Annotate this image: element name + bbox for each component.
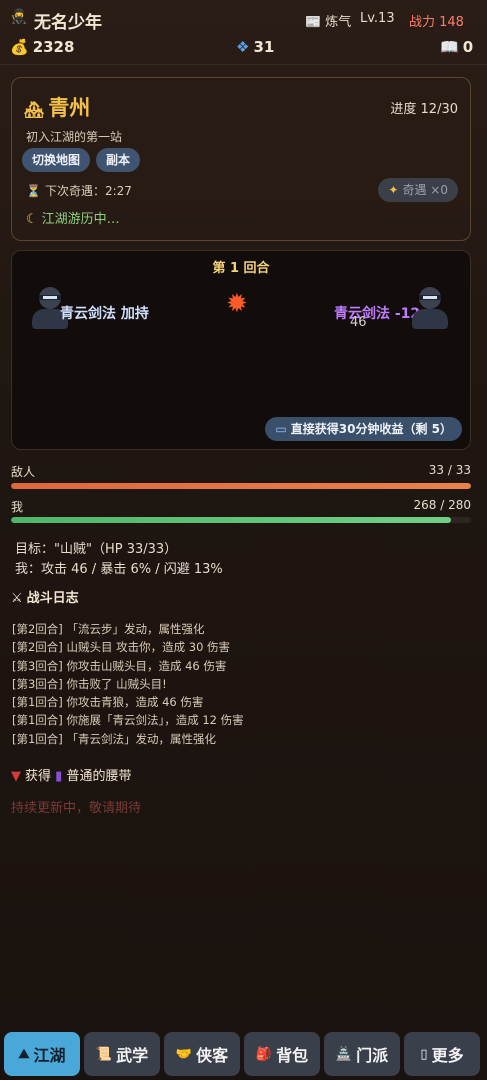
book-icon: 📖 <box>440 38 459 56</box>
nav-tab-3[interactable]: 🎒 背包 <box>244 1032 320 1076</box>
nav-tab-label: 武学 <box>116 1046 149 1065</box>
combat-power: 战力 148 <box>409 15 464 30</box>
level-label: Lv.13 <box>360 11 395 26</box>
target-info: 目标："山贼"（HP 33/33） <box>15 542 178 557</box>
player-avatar-icon: 🥷 <box>10 9 28 25</box>
enemy-skill-text: 青云剑法 -12 <box>334 306 421 322</box>
scroll-icon: 📜 <box>95 1046 113 1062</box>
location-card: 🏘 青州 进度 12/30 初入江湖的第一站 切换地图 副本 ⏳ 下次奇遇：2:27… <box>11 77 471 241</box>
hourglass-icon: ⏳ <box>26 184 41 198</box>
house-icon: 🏘 <box>24 100 45 119</box>
book-counter: 📖 0 <box>440 38 474 56</box>
crossed-swords-icon: ⚔ <box>11 591 23 606</box>
location-progress: 进度 12/30 <box>390 102 458 117</box>
self-hp-label: 我 <box>11 500 24 514</box>
enemy-hp-fill <box>11 483 471 489</box>
player-stats: 我：攻击 46 / 暴击 6% / 闪避 13% <box>15 562 223 577</box>
impact-spark-icon: ✹ <box>226 289 248 319</box>
player-skill-text: 青云剑法 加持 <box>60 306 149 322</box>
armor-icon: ▼ <box>11 769 21 784</box>
switch-map-button[interactable]: 切换地图 <box>22 148 91 172</box>
nav-tab-5[interactable]: ▯ 更多 <box>404 1032 480 1076</box>
log-entry: [第3回合] 你攻击山贼头目，造成 46 伤害 <box>12 658 227 673</box>
log-entry: [第1回合] 你攻击青狼，造成 46 伤害 <box>12 695 204 710</box>
realm-label: 📰 炼气 <box>305 15 352 30</box>
location-description: 初入江湖的第一站 <box>26 130 123 144</box>
instant-reward-button[interactable]: ▭ 直接获得30分钟收益（剩 5） <box>265 417 462 441</box>
belt-icon: ▮ <box>55 769 63 784</box>
log-entry: [第2回合] 山贼头目 攻击你，造成 30 伤害 <box>12 640 231 655</box>
mountain-icon: ⛰ <box>18 1046 30 1062</box>
combat-log: [第2回合] 「流云步」发动，属性强化 [第2回合] 山贼头目 攻击你，造成 30… <box>12 620 472 748</box>
damage-number: 46 <box>350 315 367 330</box>
log-entry: [第3回合] 你击败了 山贼头目! <box>12 676 167 691</box>
nav-tab-label: 门派 <box>356 1046 389 1065</box>
enemy-hp-value: 33 / 33 <box>428 463 471 477</box>
nav-tab-label: 江湖 <box>33 1046 66 1065</box>
loot-notice: ▼ 获得 ▮ 普通的腰带 <box>11 769 132 784</box>
player-name: 无名少年 <box>34 13 102 33</box>
self-hp-fill <box>11 517 452 523</box>
round-indicator: 第 1 回合 <box>212 261 270 276</box>
enemy-hp-bar <box>11 483 471 489</box>
bag-icon: 🎒 <box>255 1046 273 1062</box>
next-encounter-timer: ⏳ 下次奇遇：2:27 <box>26 184 132 198</box>
realm-icon: 📰 <box>305 15 322 30</box>
nav-tab-1[interactable]: 📜 武学 <box>84 1032 160 1076</box>
dungeon-button[interactable]: 副本 <box>96 148 141 172</box>
encounter-button[interactable]: ✦ 奇遇 ×0 <box>378 178 458 202</box>
ticket-icon: ▭ <box>275 422 287 436</box>
nav-tab-2[interactable]: 🤝 侠客 <box>164 1032 240 1076</box>
pagoda-icon: 🏯 <box>335 1046 353 1062</box>
log-entry: [第1回合] 你施展「青云剑法」，造成 12 伤害 <box>12 713 244 728</box>
location-title: 🏘 青州 <box>24 96 91 120</box>
nav-tab-0[interactable]: ⛰ 江湖 <box>4 1032 80 1076</box>
gem-icon: ❖ <box>236 38 250 56</box>
more-icon: ▯ <box>420 1046 428 1062</box>
combat-log-title: ⚔ 战斗日志 <box>11 591 79 606</box>
header-divider <box>0 64 487 65</box>
enemy-hp-label: 敌人 <box>11 465 36 479</box>
battle-panel: 第 1 回合 青云剑法 加持 ✹ 青云剑法 -12 46 ▭ 直接获得30分钟收益… <box>11 250 471 450</box>
gem-counter: ❖ 31 <box>236 38 275 56</box>
handshake-icon: 🤝 <box>175 1046 193 1062</box>
moon-icon: ☾ <box>26 212 38 227</box>
sparkle-icon: ✦ <box>388 183 399 197</box>
money-bag-icon: 💰 <box>10 38 29 56</box>
bottom-nav: ⛰ 江湖 📜 武学 🤝 侠客 🎒 背包 🏯 门派 ▯ 更多 <box>0 1028 487 1080</box>
update-notice: 持续更新中，敬请期待 <box>11 801 142 816</box>
top-header: 🥷 无名少年 📰 炼气 Lv.13 战力 148 <box>0 0 487 36</box>
gold-counter: 💰 2328 <box>10 38 75 56</box>
log-entry: [第1回合] 「青云剑法」发动，属性强化 <box>12 731 216 746</box>
travel-status: ☾ 江湖游历中… <box>26 212 120 227</box>
self-hp-bar <box>11 517 471 523</box>
nav-tab-label: 侠客 <box>196 1046 229 1065</box>
currency-bar: 💰 2328 ❖ 31 📖 0 <box>0 36 487 62</box>
self-hp-value: 268 / 280 <box>413 498 471 512</box>
log-entry: [第2回合] 「流云步」发动，属性强化 <box>12 622 205 636</box>
enemy-ninja-icon <box>410 287 450 331</box>
nav-tab-4[interactable]: 🏯 门派 <box>324 1032 400 1076</box>
nav-tab-label: 背包 <box>276 1046 309 1065</box>
nav-tab-label: 更多 <box>431 1046 464 1065</box>
